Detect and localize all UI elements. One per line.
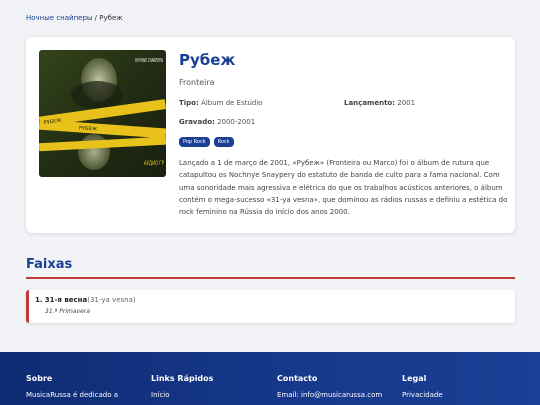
track-translation: 31.ª Primavera — [45, 308, 90, 315]
album-info: Рубеж Fronteira Tipo: Álbum de Estúdio L… — [179, 51, 509, 216]
track-number: 1. — [35, 296, 43, 304]
footer-col-links: Links Rápidos Início — [151, 374, 213, 399]
album-type-label: Tipo: — [179, 99, 199, 107]
album-recorded-value: 2000-2001 — [217, 118, 256, 126]
footer-heading-about: Sobre — [26, 374, 53, 383]
breadcrumb-separator: / — [94, 14, 98, 22]
footer-contact-email[interactable]: Email: info@musicarussa.com — [277, 391, 382, 399]
album-type: Tipo: Álbum de Estúdio — [179, 99, 263, 107]
genre-tag[interactable]: Pop Rock — [179, 137, 210, 147]
footer-heading-links: Links Rápidos — [151, 374, 214, 383]
cover-corner-text: АУДИО ГР — [144, 160, 164, 167]
cover-band-text: НОЧНЫЕ СНАЙПЕРЫ — [135, 57, 163, 64]
genre-tag[interactable]: Rock — [213, 137, 234, 147]
footer-col-about: Sobre MusicaRussa é dedicado a — [26, 374, 118, 399]
track-title: 31-я весна — [44, 296, 88, 304]
footer-heading-contact: Contacto — [277, 374, 318, 383]
breadcrumb-link-band[interactable]: Ночные снайперы — [26, 14, 92, 22]
genre-tags: Pop Rock Rock — [179, 137, 234, 147]
album-subtitle: Fronteira — [179, 78, 215, 87]
breadcrumb: Ночные снайперы / Рубеж — [26, 14, 123, 22]
footer-link-home[interactable]: Início — [151, 391, 213, 399]
album-description: Lançado a 1 de março de 2001, «Рубеж» (F… — [179, 159, 508, 217]
tracks-divider — [26, 277, 515, 279]
footer-col-legal: Legal Privacidade — [402, 374, 443, 399]
album-type-value: Álbum de Estúdio — [201, 99, 263, 107]
album-cover-image: РУБЕЖ РУБЕЖ НОЧНЫЕ СНАЙПЕРЫ АУДИО ГР — [39, 50, 166, 177]
track-alt-title: (31-ya vesna) — [87, 296, 136, 304]
album-title: Рубеж — [179, 51, 236, 69]
breadcrumb-current: Рубеж — [99, 14, 123, 22]
footer-heading-legal: Legal — [402, 374, 427, 383]
album-recorded: Gravado: 2000-2001 — [179, 118, 255, 126]
album-release-value: 2001 — [397, 99, 416, 107]
footer-about-text: MusicaRussa é dedicado a — [26, 391, 119, 399]
album-card: РУБЕЖ РУБЕЖ НОЧНЫЕ СНАЙПЕРЫ АУДИО ГР Руб… — [26, 37, 515, 233]
album-release-label: Lançamento: — [344, 99, 396, 107]
tracks-heading: Faixas — [26, 257, 73, 272]
album-release: Lançamento: 2001 — [344, 99, 415, 107]
footer: Sobre MusicaRussa é dedicado a Links Ráp… — [0, 352, 540, 405]
footer-col-contact: Contacto Email: info@musicarussa.com — [277, 374, 382, 399]
track-item[interactable]: 1. 31-я весна(31-ya vesna) 31.ª Primaver… — [26, 290, 515, 323]
track-title-line: 1. 31-я весна(31-ya vesna) — [35, 296, 136, 304]
album-recorded-label: Gravado: — [179, 118, 215, 126]
footer-link-privacy[interactable]: Privacidade — [402, 391, 443, 399]
